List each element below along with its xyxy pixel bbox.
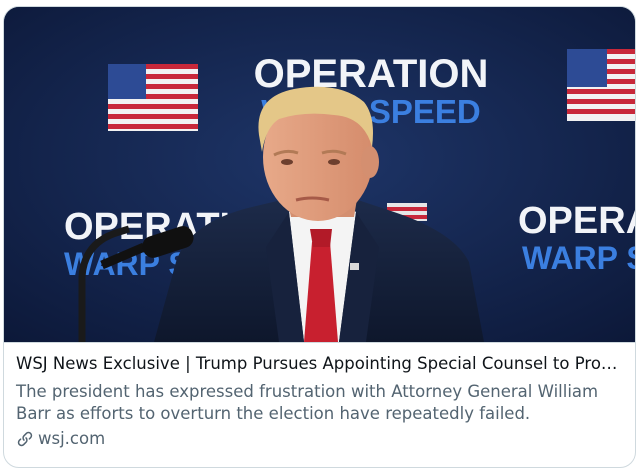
sign-right-line1: OPERAT bbox=[518, 200, 635, 242]
description: The president has expressed frustration … bbox=[16, 382, 599, 423]
card-divider bbox=[4, 342, 635, 343]
domain-row[interactable]: wsj.com bbox=[16, 428, 623, 450]
press-photo: OPERATION WARP SPEED OPERATION WARP SPE … bbox=[4, 7, 635, 342]
sign-right-line2: WARP SPE bbox=[522, 240, 635, 276]
sign-center-line1: OPERATION bbox=[254, 52, 489, 96]
flag-left-icon bbox=[108, 64, 198, 131]
article-image[interactable]: OPERATION WARP SPEED OPERATION WARP SPE … bbox=[4, 7, 635, 342]
link-preview-card[interactable]: OPERATION WARP SPEED OPERATION WARP SPE … bbox=[3, 6, 636, 468]
card-text[interactable]: WSJ News Exclusive | Trump Pursues Appoi… bbox=[16, 353, 623, 450]
headline[interactable]: WSJ News Exclusive | Trump Pursues Appoi… bbox=[16, 353, 621, 375]
flag-right-icon bbox=[567, 49, 635, 121]
domain-label[interactable]: wsj.com bbox=[38, 428, 105, 450]
link-icon bbox=[17, 431, 33, 447]
